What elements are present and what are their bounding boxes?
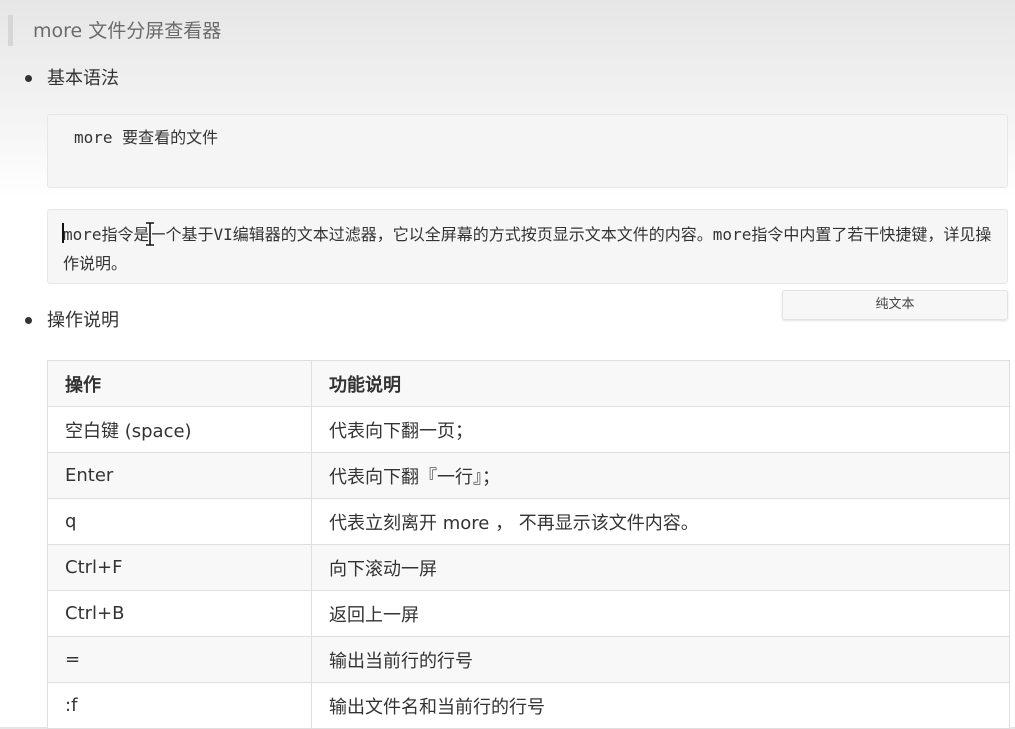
description-cell: 代表向下翻一页；	[311, 406, 1010, 453]
operation-cell: Ctrl+F	[47, 544, 312, 591]
operations-label: 操作说明	[47, 310, 119, 331]
bullet-dot	[25, 317, 32, 324]
table-row: = 输出当前行的行号	[47, 636, 1010, 683]
description-cell: 代表立刻离开 more ， 不再显示该文件内容。	[311, 498, 1010, 545]
ibeam-cursor-icon	[146, 222, 154, 246]
table-row: :f 输出文件名和当前行的行号	[47, 682, 1010, 729]
description-text: more指令是一个基于VI编辑器的文本过滤器，它以全屏幕的方式按页显示文本文件的…	[63, 225, 992, 273]
operation-cell: q	[47, 498, 312, 545]
blockquote-bar	[8, 15, 13, 46]
table-row: q 代表立刻离开 more ， 不再显示该文件内容。	[47, 498, 1010, 545]
table-row: Ctrl+B 返回上一屏	[47, 590, 1010, 637]
syntax-label: 基本语法	[47, 68, 119, 89]
text-caret	[62, 223, 64, 243]
operation-cell: 空白键 (space)	[47, 406, 312, 453]
operation-cell: =	[47, 636, 312, 683]
operations-table: 操作 功能说明 空白键 (space) 代表向下翻一页； Enter 代表向下翻…	[47, 360, 1010, 729]
table-header-row: 操作 功能说明	[47, 360, 1010, 407]
description-cell: 输出文件名和当前行的行号	[311, 682, 1010, 729]
syntax-code-block[interactable]: more 要查看的文件	[47, 114, 1008, 188]
description-code-block[interactable]: more指令是一个基于VI编辑器的文本过滤器，它以全屏幕的方式按页显示文本文件的…	[47, 209, 1008, 284]
operation-cell: Enter	[47, 452, 312, 499]
description-cell: 代表向下翻『一行』；	[311, 452, 1010, 499]
table-row: Ctrl+F 向下滚动一屏	[47, 544, 1010, 591]
section-heading: more 文件分屏查看器	[33, 20, 222, 42]
header-operation: 操作	[47, 360, 312, 407]
description-cell: 返回上一屏	[311, 590, 1010, 637]
syntax-code: more 要查看的文件	[74, 128, 219, 147]
plain-text-button[interactable]: 纯文本	[782, 290, 1008, 320]
bullet-dot	[25, 75, 32, 82]
operation-cell: Ctrl+B	[47, 590, 312, 637]
description-cell: 向下滚动一屏	[311, 544, 1010, 591]
header-description: 功能说明	[311, 360, 1010, 407]
table-row: Enter 代表向下翻『一行』；	[47, 452, 1010, 499]
table-row: 空白键 (space) 代表向下翻一页；	[47, 406, 1010, 453]
description-cell: 输出当前行的行号	[311, 636, 1010, 683]
operation-cell: :f	[47, 682, 312, 729]
